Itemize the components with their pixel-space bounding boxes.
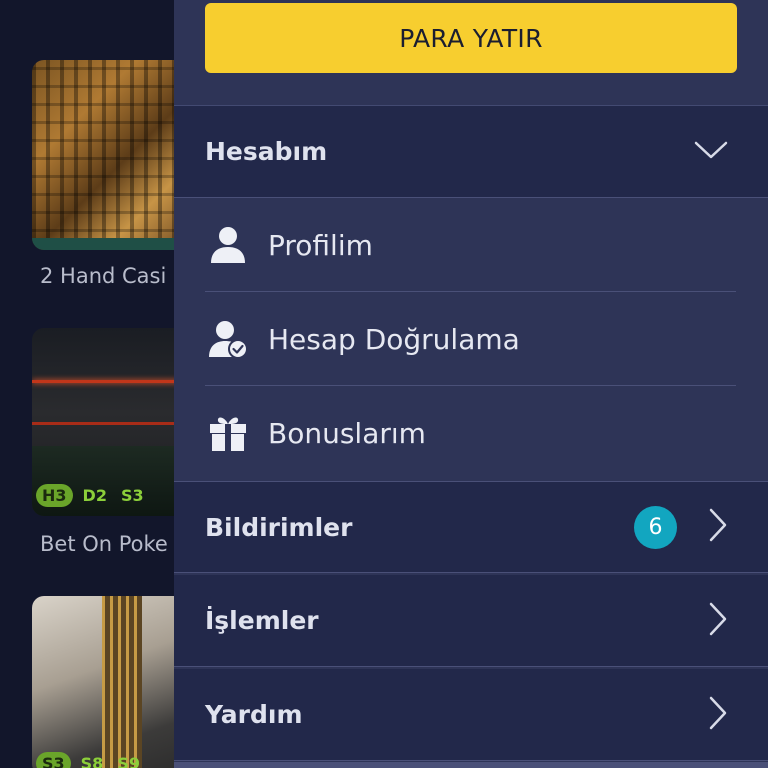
deposit-area: PARA YATIR <box>174 0 768 106</box>
user-verified-icon <box>208 319 248 359</box>
deposit-button[interactable]: PARA YATIR <box>205 3 737 73</box>
chevron-right-icon <box>708 696 728 734</box>
notifications-item[interactable]: Bildirimler 6 <box>174 481 768 573</box>
game-title[interactable]: Bet On Poke <box>40 532 168 556</box>
card-chips: H3 D2 S3 <box>36 484 148 507</box>
menu-item-label: Bonuslarım <box>268 416 426 450</box>
neon-light <box>32 380 192 383</box>
help-label: Yardım <box>205 700 303 729</box>
menu-item-account-verification[interactable]: Hesap Doğrulama <box>174 292 768 386</box>
game-thumbnail-3[interactable] <box>32 596 192 768</box>
account-section-header[interactable]: Hesabım <box>174 106 768 198</box>
menu-item-label: Hesap Doğrulama <box>268 322 520 356</box>
card-chips: S3 S8 S9 <box>36 752 144 768</box>
table-felt <box>32 238 192 250</box>
card-chip: S3 <box>36 752 71 768</box>
game-thumbnail-2-hand-casino[interactable] <box>32 60 192 250</box>
neon-light <box>32 422 192 425</box>
help-item[interactable]: Yardım <box>174 669 768 761</box>
chevron-down-icon <box>694 140 728 164</box>
transactions-label: İşlemler <box>205 606 319 635</box>
game-title[interactable]: 2 Hand Casi <box>40 264 166 288</box>
gift-icon <box>208 413 248 453</box>
side-menu: PARA YATIR Hesabım Profilim Hesap Doğrul… <box>174 0 768 768</box>
chevron-right-icon <box>708 508 728 546</box>
card-chip: D2 <box>82 486 107 505</box>
menu-item-bonuses[interactable]: Bonuslarım <box>174 386 768 480</box>
menu-item-profile[interactable]: Profilim <box>174 198 768 292</box>
card-chip: H3 <box>36 484 73 507</box>
user-icon <box>208 225 248 265</box>
game-list-background: 2 Hand Casi H3 D2 S3 Bet On Poke S3 S8 S… <box>0 0 200 768</box>
card-chip: S8 <box>80 754 104 768</box>
notifications-label: Bildirimler <box>205 512 353 542</box>
card-chip: S3 <box>120 486 144 505</box>
card-chip: S9 <box>117 754 140 768</box>
notification-count-badge: 6 <box>634 505 677 549</box>
account-section-label: Hesabım <box>205 137 328 166</box>
transactions-item[interactable]: İşlemler <box>174 575 768 667</box>
chevron-right-icon <box>708 602 728 640</box>
decor-stripe <box>102 596 142 768</box>
menu-item-label: Profilim <box>268 228 373 262</box>
bottom-divider <box>174 762 768 768</box>
